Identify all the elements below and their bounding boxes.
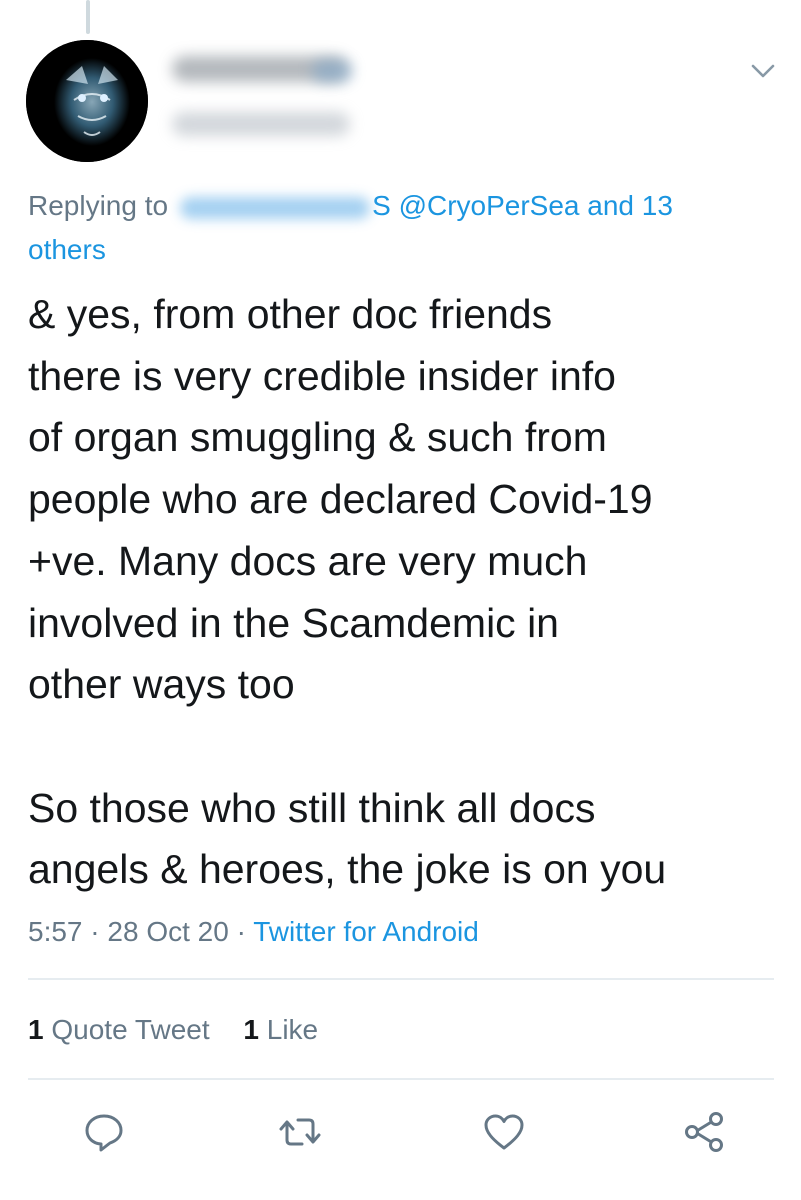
replying-to-label: Replying to <box>28 190 169 221</box>
engagement-stats: 1 Quote Tweet 1 Like <box>28 1008 768 1052</box>
more-options-button[interactable] <box>748 58 778 84</box>
tiger-avatar-image <box>26 40 148 162</box>
avatar[interactable] <box>26 40 148 162</box>
tweet-source-link[interactable]: Twitter for Android <box>253 916 479 947</box>
retweet-button[interactable] <box>278 1110 322 1154</box>
others-link[interactable]: others <box>28 234 106 265</box>
reply-icon <box>85 1114 123 1152</box>
heart-icon <box>484 1114 524 1150</box>
like-label: Like <box>266 1014 319 1045</box>
tweet-time: 5:57 <box>28 916 83 947</box>
divider <box>28 978 774 980</box>
retweet-icon <box>279 1118 321 1146</box>
quote-count: 1 <box>28 1014 44 1045</box>
quote-label: Quote Tweet <box>51 1014 210 1045</box>
likes-stat[interactable]: 1 Like <box>243 1008 318 1052</box>
like-count: 1 <box>243 1014 259 1045</box>
others-link-part[interactable]: and 13 <box>587 190 673 221</box>
like-button[interactable] <box>482 1110 526 1154</box>
reply-button[interactable] <box>82 1110 126 1154</box>
divider <box>28 1078 774 1080</box>
meta-separator: · <box>90 916 100 947</box>
redacted-mention[interactable] <box>180 196 371 219</box>
mention-link[interactable]: @CryoPerSea <box>399 190 580 221</box>
meta-separator: · <box>236 916 246 947</box>
thread-connector-line <box>86 0 90 34</box>
redacted-mention-tail[interactable]: S <box>372 190 391 221</box>
tweet-date: 28 Oct 20 <box>107 916 229 947</box>
replying-to-line: Replying to S @CryoPerSea and 13 others <box>28 184 768 272</box>
share-icon <box>685 1112 723 1152</box>
chevron-down-icon <box>751 64 775 78</box>
display-name-emoji-redacted <box>312 60 352 82</box>
tweet-metadata: 5:57 · 28 Oct 20 · Twitter for Android <box>28 910 768 954</box>
user-handle-redacted[interactable] <box>172 112 350 136</box>
tweet-text: & yes, from other doc friends there is v… <box>28 291 667 893</box>
share-button[interactable] <box>682 1110 726 1154</box>
quote-tweets-stat[interactable]: 1 Quote Tweet <box>28 1008 210 1052</box>
